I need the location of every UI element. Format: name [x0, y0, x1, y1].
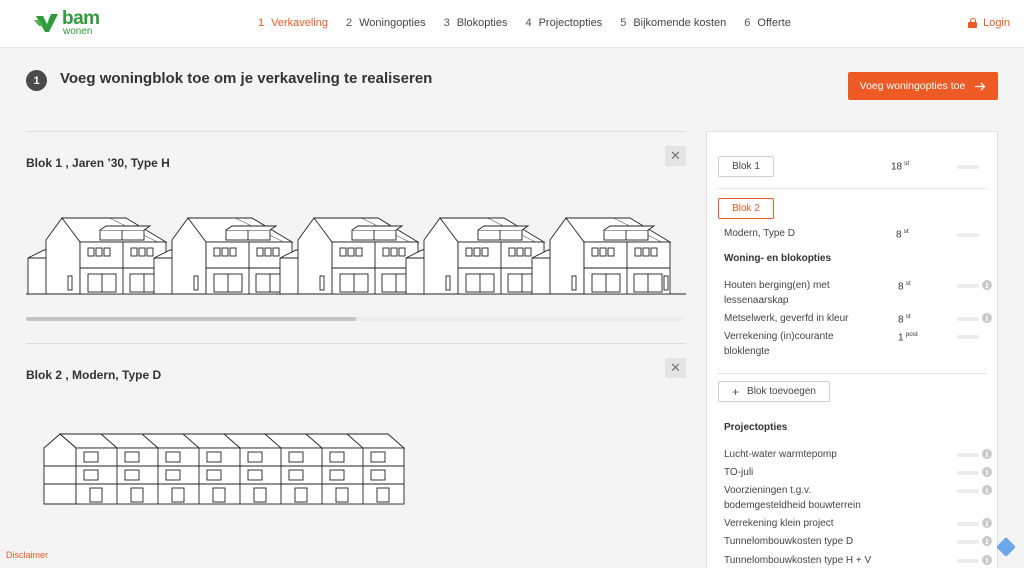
lock-icon	[968, 18, 978, 28]
block-1-drawing	[26, 217, 686, 295]
woning-option-line: Metselwerk, geverfd in kleur	[724, 313, 849, 324]
block-2-qty: 8st	[896, 228, 909, 241]
project-option-line: Tunnelombouwkosten type H + V	[724, 555, 872, 566]
sidebar-summary-panel: Blok 1 18st Blok 2 Modern, Type D 8st Wo…	[706, 131, 998, 568]
project-option-line: Lucht-water warmtepomp	[724, 449, 837, 460]
arrow-right-icon	[975, 82, 986, 90]
block-2-drawing	[43, 433, 406, 505]
add-woningopties-button[interactable]: Voeg woningopties toe	[848, 72, 998, 100]
price-placeholder	[957, 317, 979, 321]
project-option-line: Verrekening klein project	[724, 518, 834, 529]
scrollbar-thumb[interactable]	[26, 317, 356, 321]
close-icon: ✕	[670, 360, 681, 375]
woning-option-qty: 8st	[898, 313, 911, 326]
nav-step-woningopties[interactable]: 2 Woningopties	[346, 17, 426, 29]
section-divider	[26, 343, 685, 344]
woning-option-line: Verrekening (in)courante bloklengte	[724, 331, 834, 357]
block-1-scrollbar[interactable]	[26, 317, 685, 321]
price-placeholder	[957, 489, 979, 493]
block-2-title: Blok 2 , Modern, Type D	[26, 368, 162, 382]
block-2-chip[interactable]: Blok 2	[718, 198, 774, 219]
woning-option-qty: 1 post	[898, 331, 918, 344]
add-block-button[interactable]: + Blok toevoegen	[718, 381, 830, 402]
info-icon[interactable]: i	[982, 280, 992, 290]
price-placeholder	[957, 559, 979, 563]
page-title: Voeg woningblok toe om je verkaveling te…	[60, 70, 433, 87]
plus-icon: +	[732, 384, 740, 399]
info-icon[interactable]: i	[982, 449, 992, 459]
woning-options-heading: Woning- en blokopties	[724, 253, 832, 264]
disclaimer-link[interactable]: Disclaimer	[6, 550, 48, 560]
nav-step-bijkomende-kosten[interactable]: 5 Bijkomende kosten	[620, 17, 726, 29]
project-option-line: Tunnelombouwkosten type D	[724, 536, 854, 547]
info-icon[interactable]: i	[982, 518, 992, 528]
separator	[717, 373, 987, 374]
woning-option-qty: 8st	[898, 280, 911, 293]
project-options-heading: Projectopties	[724, 422, 788, 433]
nav-step-blokopties[interactable]: 3 Blokopties	[444, 17, 508, 29]
price-placeholder	[957, 522, 979, 526]
top-header: bam wonen 1 Verkaveling 2 Woningopties 3 Bl…	[0, 0, 1024, 48]
login-label: Login	[983, 17, 1010, 29]
bam-logo-icon	[34, 14, 58, 32]
project-option-line: TO-juli	[724, 467, 754, 478]
cta-label: Voeg woningopties toe	[859, 80, 966, 92]
price-placeholder	[957, 471, 979, 475]
bam-wonen-logo[interactable]: bam wonen	[34, 8, 114, 39]
block-2-type: Modern, Type D	[724, 228, 795, 239]
info-icon[interactable]: i	[982, 313, 992, 323]
project-option-line: Voorzieningen t.g.v. bodemgesteldheid bou…	[724, 485, 861, 511]
step-number-badge: 1	[26, 70, 47, 91]
price-placeholder	[957, 335, 979, 339]
login-link[interactable]: Login	[968, 17, 1010, 29]
info-icon[interactable]: i	[982, 467, 992, 477]
block-1-chip[interactable]: Blok 1	[718, 156, 774, 177]
price-placeholder	[957, 165, 979, 169]
info-icon[interactable]: i	[982, 555, 992, 565]
add-block-label: Blok toevoegen	[747, 386, 816, 397]
info-icon[interactable]: i	[982, 485, 992, 495]
nav-step-offerte[interactable]: 6 Offerte	[744, 17, 791, 29]
section-divider	[26, 131, 685, 132]
close-icon: ✕	[670, 148, 681, 163]
block-1-qty: 18st	[891, 160, 910, 173]
price-placeholder	[957, 453, 979, 457]
help-widget-icon[interactable]	[996, 537, 1016, 557]
nav-step-verkaveling[interactable]: 1 Verkaveling	[258, 17, 328, 29]
info-icon[interactable]: i	[982, 536, 992, 546]
step-navigation: 1 Verkaveling 2 Woningopties 3 Blokopties 4…	[258, 17, 809, 29]
logo-subtitle: wonen	[63, 26, 93, 37]
price-placeholder	[957, 540, 979, 544]
price-placeholder	[957, 233, 979, 237]
block-1-title: Blok 1 , Jaren ’30, Type H	[26, 156, 170, 170]
remove-block-1-button[interactable]: ✕	[665, 146, 686, 166]
separator	[717, 188, 987, 189]
woning-option-line: Houten berging(en) met lessenaarskap	[724, 280, 830, 306]
nav-step-projectopties[interactable]: 4 Projectopties	[525, 17, 602, 29]
remove-block-2-button[interactable]: ✕	[665, 358, 686, 378]
price-placeholder	[957, 284, 979, 288]
